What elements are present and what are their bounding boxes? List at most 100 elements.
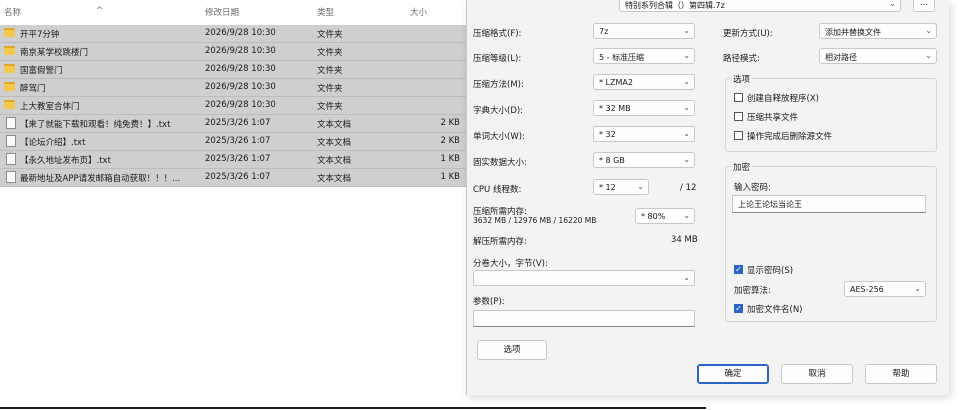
delete-after-checkbox[interactable] [734,131,743,140]
encrypt-names-checkbox[interactable]: ✓ [734,304,743,313]
folder-icon [4,46,15,55]
path-mode-select[interactable]: 相对路径 ⌄ [819,48,937,64]
file-type: 文件夹 [317,66,343,76]
options-button[interactable]: 选项 [477,340,547,360]
file-date: 2026/9/28 10:30 [205,100,276,110]
file-size: 1 KB [440,154,460,164]
chevron-down-icon: ⌄ [683,155,690,164]
column-header-row: ^ 名称 修改日期 类型 大小 [0,0,466,22]
column-name[interactable]: 名称 [4,6,21,18]
file-date: 2025/3/26 1:07 [205,154,271,164]
file-name: 国富假警门 [20,66,63,76]
file-size: 2 KB [440,118,460,128]
list-item[interactable]: 醉驾门 2026/9/28 10:30 文件夹 [0,79,466,97]
help-button[interactable]: 帮助 [865,364,937,384]
file-date: 2026/9/28 10:30 [205,46,276,56]
list-item[interactable]: 【来了就能下载和观看！纯免费！】.txt 2025/3/26 1:07 文本文档… [0,115,466,133]
encryption-method-label: 加密算法: [734,286,771,296]
add-to-archive-dialog: 特别系列合辑（）第四辑.7z ⌄ ... 压缩格式(F): 7z ⌄ 压缩等级(… [466,0,949,395]
ok-button[interactable]: 确定 [697,364,769,384]
list-item[interactable]: 国富假警门 2026/9/28 10:30 文件夹 [0,61,466,79]
compression-method-value: * LZMA2 [599,78,633,87]
file-date: 2026/9/28 10:30 [205,28,276,38]
file-name: 【永久地址发布页】.txt [20,156,111,166]
archive-path-combo[interactable]: 特别系列合辑（）第四辑.7z ⌄ [619,0,901,12]
compression-level-value: 5 - 标准压缩 [599,53,645,62]
chevron-down-icon: ⌄ [889,0,896,8]
file-type: 文本文档 [317,174,352,184]
file-type: 文本文档 [317,138,352,148]
chevron-down-icon: ⌄ [683,211,690,220]
list-item[interactable]: 【永久地址发布页】.txt 2025/3/26 1:07 文本文档 1 KB [0,151,466,169]
chevron-down-icon: ⌄ [637,182,644,191]
file-date: 2025/3/26 1:07 [205,136,271,146]
parameters-input[interactable] [473,310,695,327]
compression-level-select[interactable]: 5 - 标准压缩 ⌄ [593,48,695,64]
delete-after-label: 操作完成后删除源文件 [747,132,833,142]
file-date: 2025/3/26 1:07 [205,118,271,128]
chevron-down-icon: ⌄ [914,284,921,293]
file-explorer: ^ 名称 修改日期 类型 大小 开平7分钟 2026/9/28 10:30 文件… [0,0,466,410]
taskbar-edge [0,407,706,409]
split-volumes-label: 分卷大小，字节(V): [473,259,548,269]
file-name: 南京某学校跳楼门 [20,48,89,58]
column-type[interactable]: 类型 [317,6,334,18]
text-file-icon [6,135,16,147]
file-name: 开平7分钟 [20,30,60,40]
path-mode-value: 相对路径 [825,53,857,62]
list-item[interactable]: 南京某学校跳楼门 2026/9/28 10:30 文件夹 [0,43,466,61]
encrypt-names-label: 加密文件名(N) [747,305,803,315]
list-item[interactable]: 上大教室合体门 2026/9/28 10:30 文件夹 [0,97,466,115]
file-type: 文件夹 [317,102,343,112]
shared-files-checkbox[interactable] [734,112,743,121]
encryption-group-title: 加密 [731,161,753,173]
solid-block-label: 固实数据大小: [473,158,527,168]
folder-icon [4,82,15,91]
folder-icon [4,100,15,109]
column-size[interactable]: 大小 [410,6,427,18]
file-type: 文件夹 [317,30,343,40]
encryption-group: 加密 输入密码: 上论王论坛当论王 ✓ 显示密码(S) 加密算法: AES-25… [725,161,937,322]
path-mode-label: 路径模式: [723,54,760,64]
password-input[interactable]: 上论王论坛当论王 [732,195,926,213]
sfx-checkbox[interactable] [734,93,743,102]
file-name: 上大教室合体门 [20,102,80,112]
options-group-title: 选项 [731,73,753,85]
cpu-threads-select[interactable]: * 12 ⌄ [593,179,649,195]
show-password-checkbox[interactable]: ✓ [734,265,743,274]
memory-compress-detail: 3632 MB / 12976 MB / 16220 MB [473,216,597,225]
list-item[interactable]: 最新地址及APP请发邮箱自动获取！！！... 2025/3/26 1:07 文本… [0,169,466,187]
word-size-select[interactable]: * 32 ⌄ [593,126,695,142]
memory-decompress-label: 解压所需内存: [473,237,527,247]
solid-block-select[interactable]: * 8 GB ⌄ [593,152,695,168]
word-size-label: 单词大小(W): [473,132,525,142]
update-mode-value: 添加并替换文件 [825,28,881,37]
list-item[interactable]: 【论坛介绍】.txt 2025/3/26 1:07 文本文档 2 KB [0,133,466,151]
browse-button[interactable]: ... [913,0,935,12]
file-size: 1 KB [440,172,460,182]
column-date[interactable]: 修改日期 [205,6,239,18]
dictionary-size-select[interactable]: * 32 MB ⌄ [593,100,695,116]
word-size-value: * 32 [599,130,616,139]
split-volumes-combo[interactable]: ⌄ [473,270,695,286]
file-type: 文本文档 [317,156,352,166]
archive-format-select[interactable]: 7z ⌄ [593,23,695,39]
file-date: 2026/9/28 10:30 [205,82,276,92]
file-name: 醉驾门 [20,84,46,94]
update-mode-select[interactable]: 添加并替换文件 ⌄ [819,23,937,39]
encryption-method-select[interactable]: AES-256 ⌄ [844,281,926,297]
sfx-label: 创建自释放程序(X) [747,94,819,104]
compression-method-label: 压缩方法(M): [473,80,524,90]
archive-format-value: 7z [599,27,609,36]
memory-usage-value: * 80% [641,212,666,221]
file-name: 【论坛介绍】.txt [20,138,86,148]
compression-method-select[interactable]: * LZMA2 ⌄ [593,74,695,90]
options-group: 选项 创建自释放程序(X) 压缩共享文件 操作完成后删除源文件 [725,73,937,152]
password-label: 输入密码: [734,183,771,193]
cancel-button[interactable]: 取消 [781,364,853,384]
list-item[interactable]: 开平7分钟 2026/9/28 10:30 文件夹 [0,25,466,43]
file-type: 文件夹 [317,48,343,58]
memory-usage-select[interactable]: * 80% ⌄ [635,208,695,224]
chevron-down-icon: ⌄ [683,103,690,112]
file-type: 文本文档 [317,120,352,130]
